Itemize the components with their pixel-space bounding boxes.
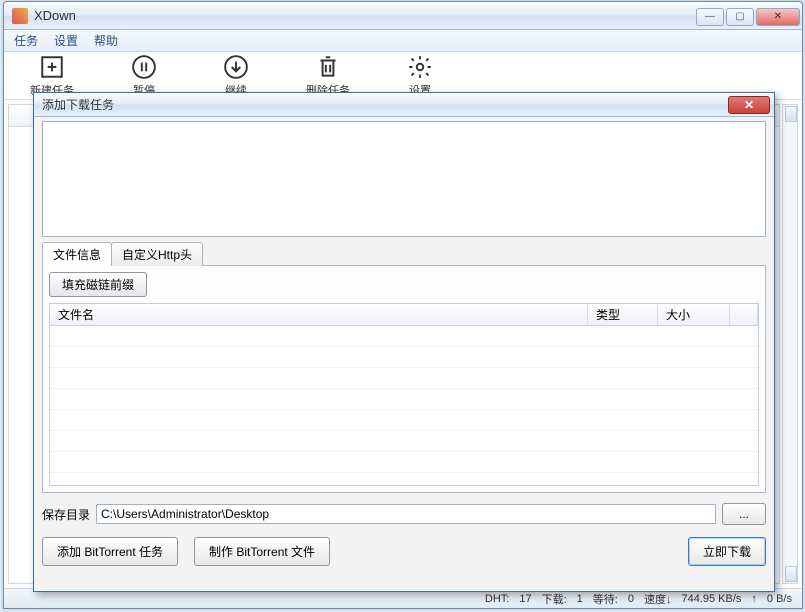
status-down-label: 下载: [542,591,567,607]
download-icon [223,54,249,80]
menu-tasks[interactable]: 任务 [14,32,38,49]
url-input[interactable] [42,121,766,237]
add-bt-button[interactable]: 添加 BitTorrent 任务 [42,537,178,566]
tool-new-task[interactable]: 新建任务 [24,54,80,98]
dialog-titlebar: 添加下载任务 ✕ [34,93,774,117]
maximize-button[interactable]: ▢ [726,8,754,26]
menubar: 任务 设置 帮助 [4,30,802,52]
status-wait-value: 0 [628,593,634,605]
table-row [50,368,758,389]
table-row [50,410,758,431]
table-row [50,431,758,452]
table-row [50,326,758,347]
status-dht-value: 17 [519,593,531,605]
save-dir-label: 保存目录 [42,506,90,523]
tabstrip: 文件信息 自定义Http头 [42,241,766,265]
vertical-scrollbar[interactable] [782,104,798,584]
gear-icon [407,54,433,80]
dialog-title: 添加下载任务 [42,96,114,113]
col-size[interactable]: 大小 [658,304,730,325]
save-dir-row: 保存目录 ... [42,503,766,525]
dialog-close-button[interactable]: ✕ [728,96,770,114]
browse-button[interactable]: ... [722,503,766,525]
status-speed-label: 速度↓ [644,591,672,607]
fill-magnet-button[interactable]: 填充磁链前缀 [49,272,147,297]
dialog-body: 文件信息 自定义Http头 填充磁链前缀 文件名 类型 大小 [34,117,774,591]
make-bt-button[interactable]: 制作 BitTorrent 文件 [194,537,330,566]
status-dht-label: DHT: [485,593,509,605]
col-filename[interactable]: 文件名 [50,304,588,325]
dialog-bottom-row: 添加 BitTorrent 任务 制作 BitTorrent 文件 立即下载 [42,537,766,566]
save-dir-input[interactable] [96,504,716,524]
col-end [730,304,758,325]
close-button[interactable]: ✕ [756,8,800,26]
app-title: XDown [34,8,76,23]
status-speed-down: 744.95 KB/s [681,593,741,605]
minimize-button[interactable]: — [696,8,724,26]
status-down-value: 1 [577,593,583,605]
status-speed-up-label: ↑ [751,593,757,605]
tool-pause[interactable]: 暂停 [116,54,172,98]
add-task-dialog: 添加下载任务 ✕ 文件信息 自定义Http头 填充磁链前缀 文件名 类型 大小 [33,92,775,592]
pause-icon [131,54,157,80]
download-now-button[interactable]: 立即下载 [688,537,766,566]
table-row [50,389,758,410]
tab-panel-file-info: 填充磁链前缀 文件名 类型 大小 [42,265,766,493]
tool-resume[interactable]: 继续 [208,54,264,98]
tab-file-info[interactable]: 文件信息 [42,242,112,266]
window-controls: — ▢ ✕ [696,6,802,26]
file-table-body [50,326,758,485]
tab-http-headers[interactable]: 自定义Http头 [111,242,203,266]
file-table: 文件名 类型 大小 [49,303,759,486]
titlebar: XDown — ▢ ✕ [4,2,802,30]
tool-settings[interactable]: 设置 [392,54,448,98]
file-table-header: 文件名 类型 大小 [50,304,758,326]
menu-help[interactable]: 帮助 [94,32,118,49]
tool-delete[interactable]: 删除任务 [300,54,356,98]
menu-settings[interactable]: 设置 [54,32,78,49]
status-speed-up: 0 B/s [767,593,792,605]
table-row [50,347,758,368]
plus-square-icon [39,54,65,80]
table-row [50,452,758,473]
col-type[interactable]: 类型 [588,304,658,325]
trash-icon [315,54,341,80]
app-icon [12,8,28,24]
status-wait-label: 等待: [593,591,618,607]
